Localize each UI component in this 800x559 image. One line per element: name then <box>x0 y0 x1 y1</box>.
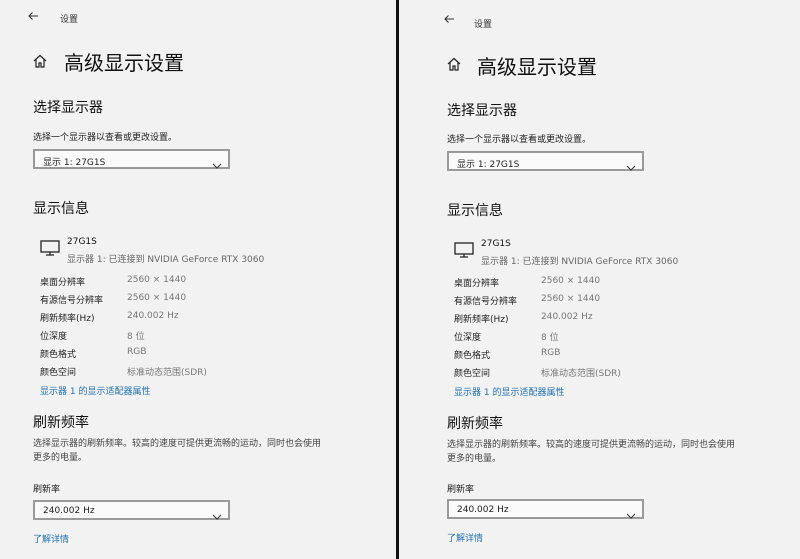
adapter-properties-link[interactable]: 显示器 1 的显示适配器属性 <box>40 384 150 397</box>
info-value: 2560 × 1440 <box>127 275 187 285</box>
info-key: 桌面分辨率 <box>40 278 86 288</box>
window-title: 设置 <box>60 15 79 25</box>
info-value: 标准动态范围(SDR) <box>127 368 207 378</box>
info-key: 颜色空间 <box>40 368 77 378</box>
select-display-hint: 选择一个显示器以查看或更改设置。 <box>33 133 178 143</box>
settings-panel-right: 设置 高级显示设置 选择显示器 选择一个显示器以查看或更改设置。 显示 1: 2… <box>399 0 800 559</box>
chevron-down-icon <box>626 157 636 171</box>
info-value: 240.002 Hz <box>127 311 179 321</box>
refresh-rate-description: 选择显示器的刷新频率。较高的速度可提供更流畅的运动，同时也会使用 更多的电量。 <box>447 438 777 466</box>
refresh-rate-description: 选择显示器的刷新频率。较高的速度可提供更流畅的运动，同时也会使用 更多的电量。 <box>33 437 363 465</box>
info-key: 位深度 <box>40 332 68 342</box>
refresh-desc-line: 更多的电量。 <box>33 453 88 463</box>
refresh-rate-dropdown[interactable]: 240.002 Hz <box>33 500 230 520</box>
info-key: 颜色格式 <box>454 351 491 361</box>
chevron-down-icon <box>626 505 636 519</box>
info-key: 颜色格式 <box>40 350 77 360</box>
info-key: 有源信号分辨率 <box>40 296 104 306</box>
info-key: 刷新频率(Hz) <box>40 314 95 324</box>
window-title: 设置 <box>474 20 493 30</box>
display-info-heading: 显示信息 <box>447 203 503 219</box>
page-title: 高级显示设置 <box>64 51 184 75</box>
refresh-rate-label: 刷新率 <box>33 485 61 495</box>
home-icon[interactable] <box>32 53 48 69</box>
refresh-desc-line: 更多的电量。 <box>447 454 502 464</box>
info-value: 2560 × 1440 <box>541 276 601 286</box>
refresh-rate-dropdown[interactable]: 240.002 Hz <box>447 499 644 519</box>
learn-more-link[interactable]: 了解详情 <box>447 531 483 544</box>
info-key: 颜色空间 <box>454 369 491 379</box>
chevron-down-icon <box>212 155 222 169</box>
info-value: RGB <box>127 347 147 357</box>
refresh-rate-label: 刷新率 <box>447 485 475 495</box>
refresh-rate-heading: 刷新频率 <box>33 415 89 431</box>
display-info-heading: 显示信息 <box>33 201 89 217</box>
info-value: 8 位 <box>541 333 559 343</box>
back-arrow-icon[interactable] <box>443 13 457 27</box>
display-select-dropdown[interactable]: 显示 1: 27G1S <box>33 149 230 169</box>
monitor-name: 27G1S <box>67 237 97 247</box>
learn-more-link[interactable]: 了解详情 <box>33 532 69 545</box>
monitor-connection: 显示器 1: 已连接到 NVIDIA GeForce RTX 3060 <box>67 255 265 265</box>
info-key: 刷新频率(Hz) <box>454 315 509 325</box>
display-select-value: 显示 1: 27G1S <box>43 158 106 168</box>
select-display-hint: 选择一个显示器以查看或更改设置。 <box>447 135 592 145</box>
info-key: 桌面分辨率 <box>454 279 500 289</box>
refresh-rate-value: 240.002 Hz <box>457 505 509 515</box>
info-key: 位深度 <box>454 333 482 343</box>
info-value: 240.002 Hz <box>541 312 593 322</box>
info-value: 标准动态范围(SDR) <box>541 369 621 379</box>
adapter-properties-link[interactable]: 显示器 1 的显示适配器属性 <box>454 385 564 398</box>
monitor-connection: 显示器 1: 已连接到 NVIDIA GeForce RTX 3060 <box>481 257 679 267</box>
display-select-value: 显示 1: 27G1S <box>457 160 520 170</box>
info-value: 8 位 <box>127 332 145 342</box>
info-value: 2560 × 1440 <box>541 294 601 304</box>
monitor-icon <box>454 242 474 258</box>
refresh-desc-line: 选择显示器的刷新频率。较高的速度可提供更流畅的运动，同时也会使用 <box>33 439 322 449</box>
select-display-heading: 选择显示器 <box>447 103 517 119</box>
monitor-name: 27G1S <box>481 239 511 249</box>
back-arrow-icon[interactable] <box>27 10 41 24</box>
select-display-heading: 选择显示器 <box>33 100 103 116</box>
monitor-icon <box>40 240 60 256</box>
settings-panel-left: 设置 高级显示设置 选择显示器 选择一个显示器以查看或更改设置。 显示 1: 2… <box>0 0 396 559</box>
info-value: 2560 × 1440 <box>127 293 187 303</box>
chevron-down-icon <box>212 506 222 520</box>
info-value: RGB <box>541 348 561 358</box>
info-key: 有源信号分辨率 <box>454 297 518 307</box>
page-title: 高级显示设置 <box>477 55 597 79</box>
display-select-dropdown[interactable]: 显示 1: 27G1S <box>447 151 644 171</box>
home-icon[interactable] <box>446 56 462 72</box>
refresh-desc-line: 选择显示器的刷新频率。较高的速度可提供更流畅的运动，同时也会使用 <box>447 440 736 450</box>
refresh-rate-heading: 刷新频率 <box>447 416 503 432</box>
refresh-rate-value: 240.002 Hz <box>43 506 95 516</box>
